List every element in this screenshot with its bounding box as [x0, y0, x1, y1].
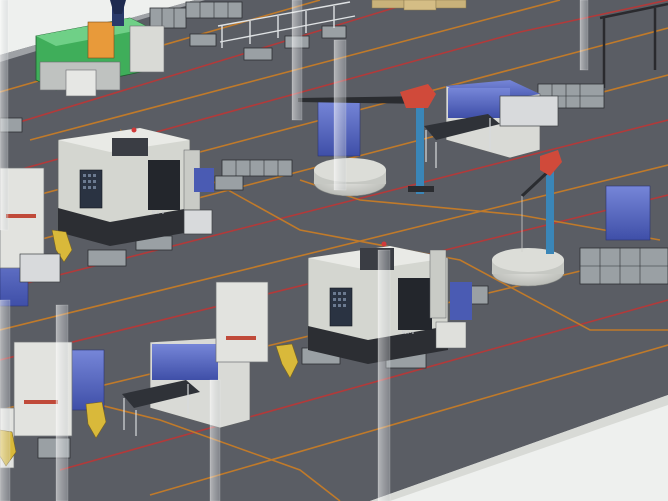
factory-floor-scene: MCV-8 MCV-8	[0, 0, 668, 501]
cnc-a-label: MCV-8	[152, 210, 165, 215]
cnc-b-label: MCV-8	[402, 330, 415, 335]
factory-floor-svg: MCV-8 MCV-8	[0, 0, 668, 501]
